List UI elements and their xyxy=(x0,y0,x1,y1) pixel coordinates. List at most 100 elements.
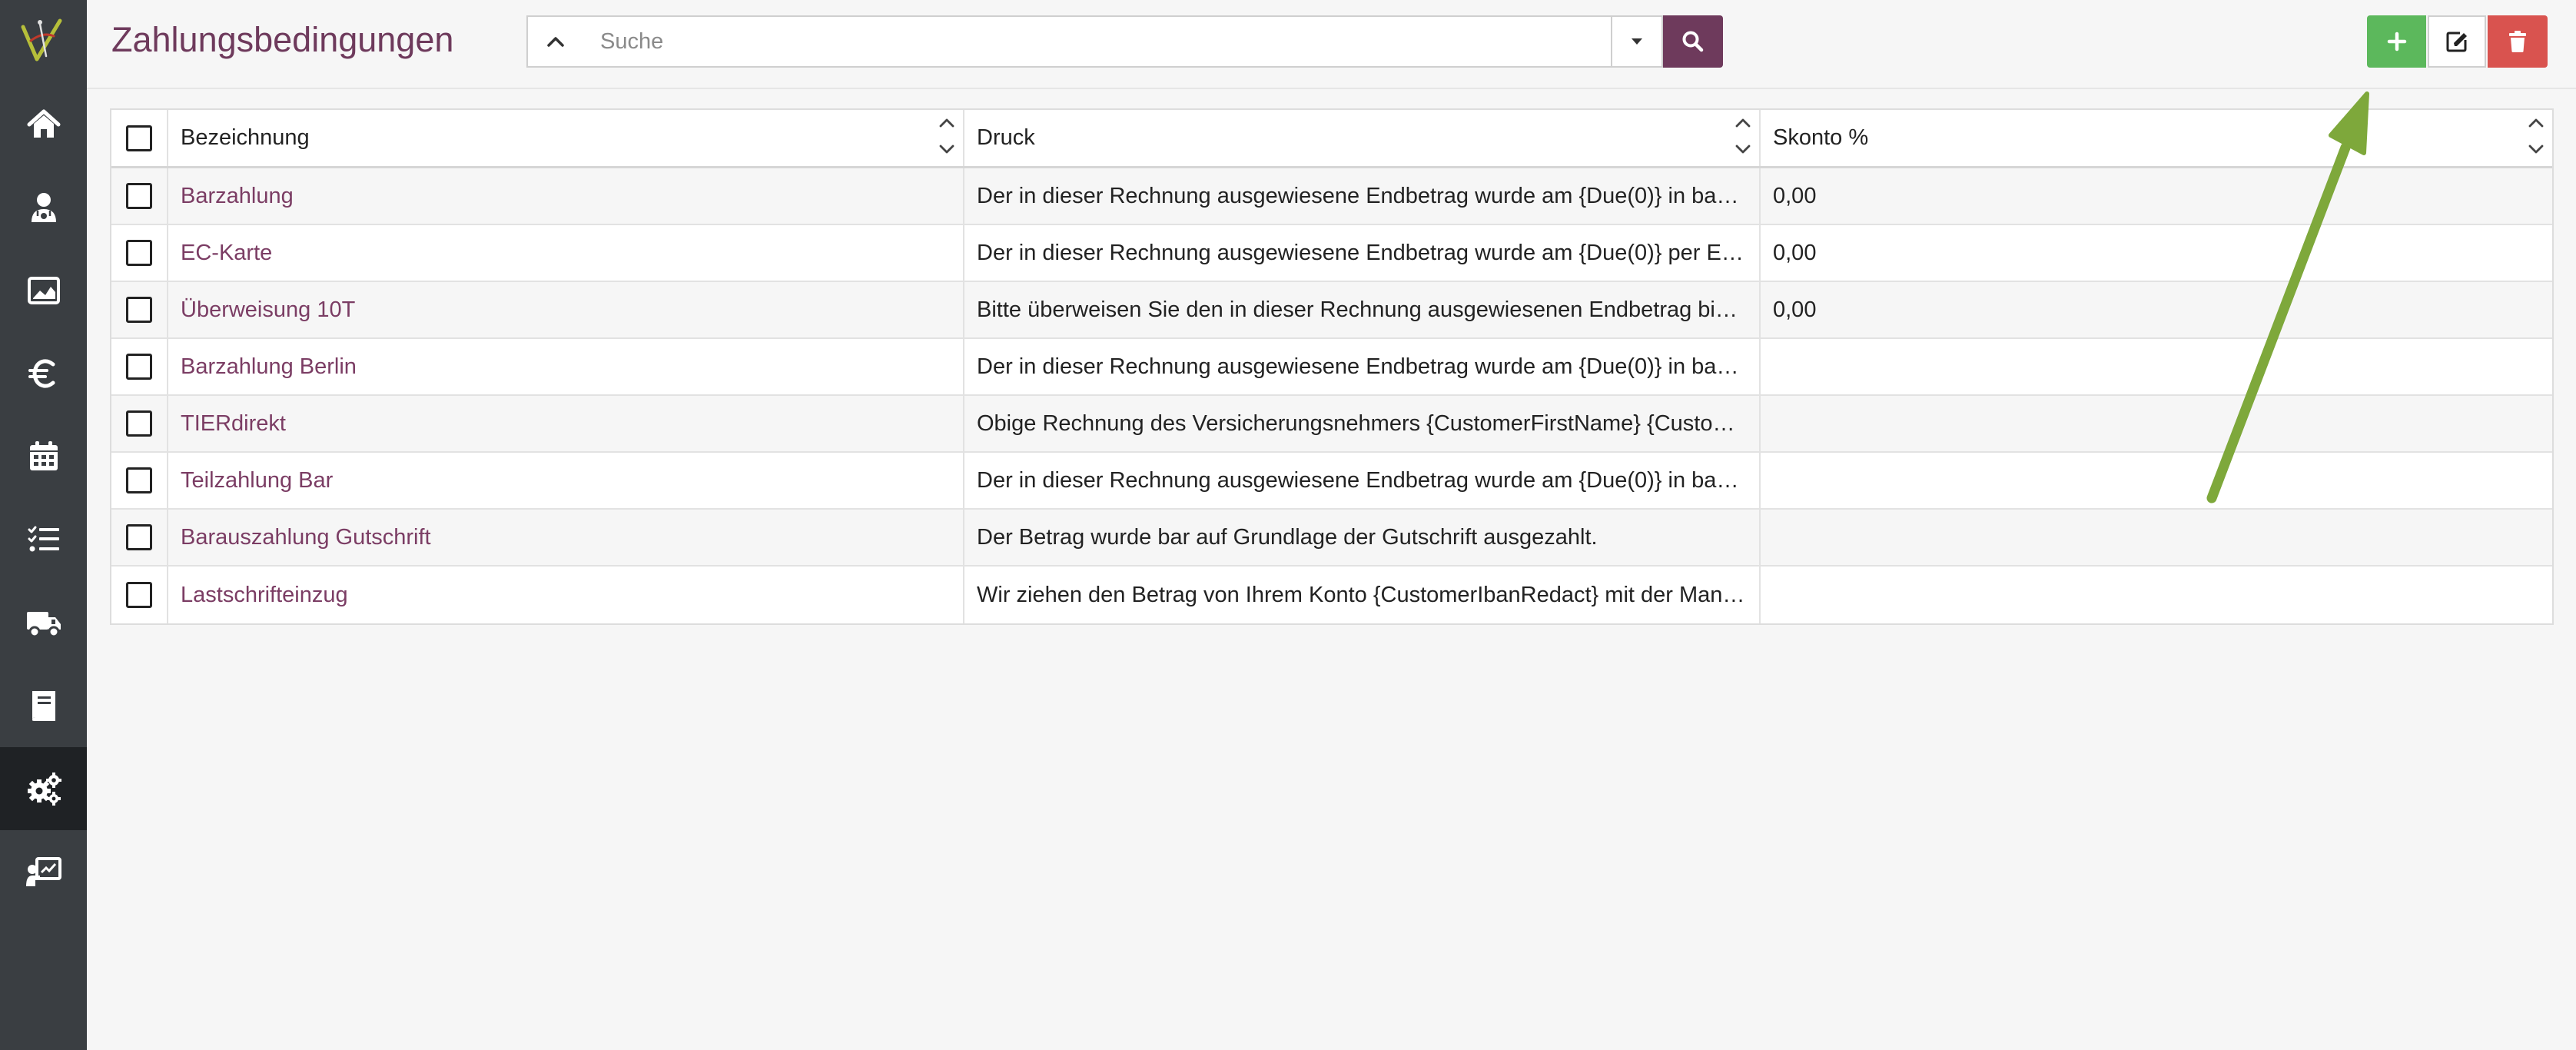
sidebar xyxy=(0,0,87,1050)
table-row[interactable]: Überweisung 10T Bitte überweisen Sie den… xyxy=(111,282,2552,339)
row-name-link[interactable]: Teilzahlung Bar xyxy=(181,468,333,493)
cell-druck: Der Betrag wurde bar auf Grundlage der G… xyxy=(964,510,1761,565)
table-row[interactable]: EC-Karte Der in dieser Rechnung ausgewie… xyxy=(111,225,2552,282)
row-select-cell xyxy=(111,567,168,623)
app-logo[interactable] xyxy=(0,0,87,80)
row-select-cell xyxy=(111,225,168,281)
table-row[interactable]: Barzahlung Berlin Der in dieser Rechnung… xyxy=(111,339,2552,396)
edit-icon xyxy=(2446,32,2467,52)
row-print-text: Der in dieser Rechnung ausgewiesene Endb… xyxy=(977,354,1745,379)
row-select-cell xyxy=(111,339,168,394)
cell-druck: Der in dieser Rechnung ausgewiesene Endb… xyxy=(964,339,1761,394)
caret-down-icon xyxy=(1632,38,1642,45)
cell-druck: Wir ziehen den Betrag von Ihrem Konto {C… xyxy=(964,567,1761,623)
cell-bezeichnung: Teilzahlung Bar xyxy=(168,453,964,508)
sidebar-item-delivery[interactable] xyxy=(0,581,87,664)
row-checkbox[interactable] xyxy=(126,183,152,209)
row-name-link[interactable]: EC-Karte xyxy=(181,241,272,266)
cell-skonto: 0,00 xyxy=(1761,168,2552,224)
search-options-dropdown[interactable] xyxy=(1611,15,1663,68)
user-doctor-icon xyxy=(31,193,56,222)
sidebar-item-book[interactable] xyxy=(0,664,87,747)
row-name-link[interactable]: Überweisung 10T xyxy=(181,297,355,323)
sidebar-item-home[interactable] xyxy=(0,83,87,166)
row-select-cell xyxy=(111,453,168,508)
edit-button[interactable] xyxy=(2428,15,2486,68)
row-checkbox[interactable] xyxy=(126,467,152,493)
cell-bezeichnung: Barzahlung Berlin xyxy=(168,339,964,394)
column-label: Druck xyxy=(977,125,1035,150)
tasks-icon xyxy=(28,526,59,552)
row-name-link[interactable]: Barzahlung Berlin xyxy=(181,354,357,380)
home-icon xyxy=(27,109,60,138)
cell-druck: Bitte überweisen Sie den in dieser Rechn… xyxy=(964,282,1761,337)
presentation-icon xyxy=(25,857,61,886)
table-row[interactable]: Barauszahlung Gutschrift Der Betrag wurd… xyxy=(111,510,2552,567)
chevron-up-icon xyxy=(547,37,564,47)
search-button[interactable] xyxy=(1663,15,1723,68)
sidebar-item-calendar[interactable] xyxy=(0,415,87,498)
column-label: Bezeichnung xyxy=(181,125,310,150)
cell-bezeichnung: Barauszahlung Gutschrift xyxy=(168,510,964,565)
table-row[interactable]: TIERdirekt Obige Rechnung des Versicheru… xyxy=(111,396,2552,453)
sidebar-item-settings[interactable] xyxy=(0,747,87,830)
delete-button[interactable] xyxy=(2488,15,2548,68)
row-name-link[interactable]: Barzahlung xyxy=(181,184,294,209)
cell-skonto: 0,00 xyxy=(1761,225,2552,281)
table-row[interactable]: Lastschrifteinzug Wir ziehen den Betrag … xyxy=(111,567,2552,623)
row-print-text: Der in dieser Rechnung ausgewiesene Endb… xyxy=(977,183,1745,208)
column-label: Skonto % xyxy=(1773,125,1869,150)
search-input[interactable] xyxy=(583,15,1622,68)
sidebar-item-finance[interactable] xyxy=(0,332,87,415)
cell-druck: Der in dieser Rechnung ausgewiesene Endb… xyxy=(964,225,1761,281)
sort-icon[interactable] xyxy=(2526,115,2546,164)
sort-icon[interactable] xyxy=(937,115,957,164)
row-print-text: Wir ziehen den Betrag von Ihrem Konto {C… xyxy=(977,582,1745,607)
row-select-cell xyxy=(111,282,168,337)
cell-bezeichnung: Überweisung 10T xyxy=(168,282,964,337)
sort-icon[interactable] xyxy=(1733,115,1753,164)
add-button[interactable] xyxy=(2367,15,2426,68)
plus-icon xyxy=(2387,32,2406,52)
cell-bezeichnung: TIERdirekt xyxy=(168,396,964,451)
row-print-text: Bitte überweisen Sie den in dieser Rechn… xyxy=(977,297,1745,322)
collapse-button[interactable] xyxy=(526,15,585,68)
row-skonto-value: 0,00 xyxy=(1773,240,1817,265)
sidebar-item-presentation[interactable] xyxy=(0,830,87,913)
row-checkbox[interactable] xyxy=(126,240,152,266)
gears-icon xyxy=(27,773,61,806)
column-header-druck[interactable]: Druck xyxy=(964,110,1761,166)
row-checkbox[interactable] xyxy=(126,524,152,550)
row-name-link[interactable]: TIERdirekt xyxy=(181,411,286,437)
cell-skonto xyxy=(1761,339,2552,394)
row-select-cell xyxy=(111,510,168,565)
row-checkbox[interactable] xyxy=(126,297,152,323)
row-print-text: Der Betrag wurde bar auf Grundlage der G… xyxy=(977,524,1598,550)
book-icon xyxy=(32,691,55,721)
header: Zahlungsbedingungen xyxy=(87,0,2576,89)
search-icon xyxy=(1682,31,1704,52)
euro-icon xyxy=(28,359,55,388)
cell-bezeichnung: Lastschrifteinzug xyxy=(168,567,964,623)
cell-druck: Obige Rechnung des Versicherungsnehmers … xyxy=(964,396,1761,451)
select-all-cell xyxy=(111,110,168,166)
column-header-bezeichnung[interactable]: Bezeichnung xyxy=(168,110,964,166)
row-name-link[interactable]: Barauszahlung Gutschrift xyxy=(181,525,431,550)
table-row[interactable]: Teilzahlung Bar Der in dieser Rechnung a… xyxy=(111,453,2552,510)
row-checkbox[interactable] xyxy=(126,354,152,380)
cell-bezeichnung: Barzahlung xyxy=(168,168,964,224)
row-checkbox[interactable] xyxy=(126,410,152,437)
table-row[interactable]: Barzahlung Der in dieser Rechnung ausgew… xyxy=(111,168,2552,225)
trash-icon xyxy=(2509,31,2526,52)
cell-druck: Der in dieser Rechnung ausgewiesene Endb… xyxy=(964,453,1761,508)
cell-skonto xyxy=(1761,510,2552,565)
sidebar-item-reports[interactable] xyxy=(0,249,87,332)
column-header-skonto[interactable]: Skonto % xyxy=(1761,110,2552,166)
sidebar-item-tasks[interactable] xyxy=(0,498,87,581)
table-header-row: Bezeichnung Druck Skonto % xyxy=(111,110,2552,168)
row-name-link[interactable]: Lastschrifteinzug xyxy=(181,583,348,608)
sidebar-item-customers[interactable] xyxy=(0,166,87,249)
row-checkbox[interactable] xyxy=(126,582,152,608)
cell-druck: Der in dieser Rechnung ausgewiesene Endb… xyxy=(964,168,1761,224)
select-all-checkbox[interactable] xyxy=(126,125,152,151)
